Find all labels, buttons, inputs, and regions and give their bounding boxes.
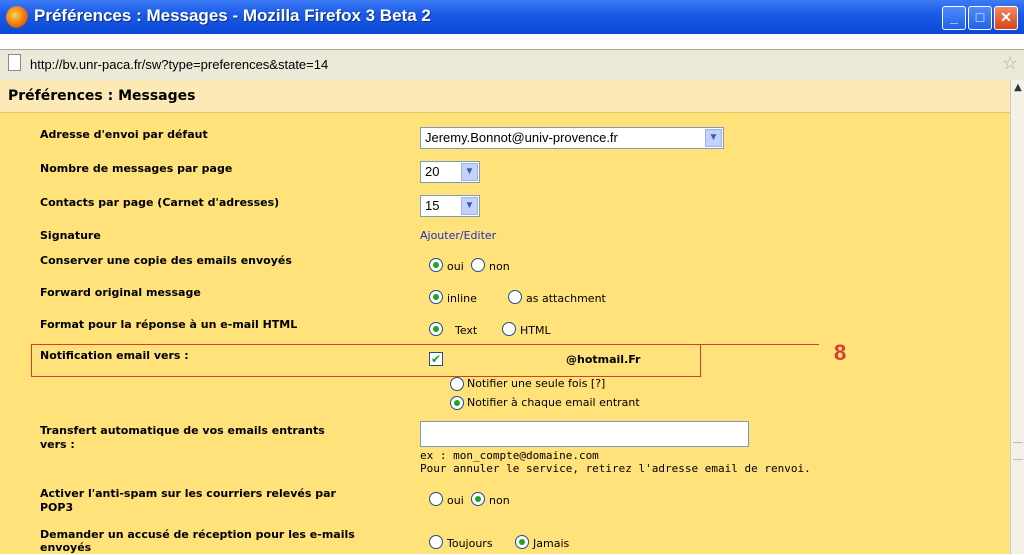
copy-no-radio[interactable] bbox=[471, 258, 485, 272]
window-title: Préférences : Messages - Mozilla Firefox… bbox=[34, 6, 431, 25]
maximize-button[interactable]: □ bbox=[968, 6, 992, 30]
chevron-down-icon: ▼ bbox=[461, 197, 478, 215]
scroll-thumb[interactable] bbox=[1013, 442, 1023, 460]
copy-yes-radio[interactable] bbox=[429, 258, 443, 272]
antispam-no-label: non bbox=[489, 494, 510, 507]
receipt-label-line1: Demander un accusé de réception pour les… bbox=[40, 528, 355, 541]
forward-attachment-radio[interactable] bbox=[508, 290, 522, 304]
format-label: Format pour la réponse à un e-mail HTML bbox=[40, 318, 298, 331]
sender-label: Adresse d'envoi par défaut bbox=[40, 128, 208, 141]
copy-label: Conserver une copie des emails envoyés bbox=[40, 254, 292, 267]
preferences-panel bbox=[0, 80, 1010, 554]
sender-value: Jeremy.Bonnot@univ-provence.fr bbox=[425, 130, 618, 145]
notify-checkbox[interactable]: ✔ bbox=[429, 352, 443, 366]
notify-once-label: Notifier une seule fois [?] bbox=[467, 377, 606, 390]
url-text[interactable]: http://bv.unr-paca.fr/sw?type=preference… bbox=[30, 57, 328, 72]
close-button[interactable]: ✕ bbox=[994, 6, 1018, 30]
format-html-radio[interactable] bbox=[502, 322, 516, 336]
transfer-label-line2: vers : bbox=[40, 438, 75, 451]
chevron-down-icon: ▼ bbox=[461, 163, 478, 181]
address-bar[interactable]: http://bv.unr-paca.fr/sw?type=preference… bbox=[0, 49, 1024, 81]
page-header: Préférences : Messages bbox=[0, 80, 1010, 113]
forward-attachment-label: as attachment bbox=[526, 292, 606, 305]
sender-select[interactable]: Jeremy.Bonnot@univ-provence.fr ▼ bbox=[420, 127, 724, 149]
receipt-always-label: Toujours bbox=[447, 537, 493, 550]
antispam-no-radio[interactable] bbox=[471, 492, 485, 506]
per-page-value: 20 bbox=[425, 164, 440, 179]
antispam-label-line2: POP3 bbox=[40, 501, 74, 514]
forward-label: Forward original message bbox=[40, 286, 201, 299]
receipt-always-radio[interactable] bbox=[429, 535, 443, 549]
notify-each-label: Notifier à chaque email entrant bbox=[467, 396, 640, 409]
forward-inline-radio[interactable] bbox=[429, 290, 443, 304]
contacts-value: 15 bbox=[425, 198, 440, 213]
transfer-label-line1: Transfert automatique de vos emails entr… bbox=[40, 424, 325, 437]
firefox-logo-icon bbox=[6, 6, 28, 28]
signature-label: Signature bbox=[40, 229, 101, 242]
signature-edit-link[interactable]: Ajouter/Editer bbox=[420, 229, 496, 242]
copy-no-label: non bbox=[489, 260, 510, 273]
transfer-input[interactable] bbox=[420, 421, 749, 447]
notify-email: @hotmail.Fr bbox=[566, 353, 641, 366]
forward-inline-label: inline bbox=[447, 292, 477, 305]
window-titlebar: Préférences : Messages - Mozilla Firefox… bbox=[0, 0, 1024, 34]
per-page-label: Nombre de messages par page bbox=[40, 162, 233, 175]
annotation-number: 8 bbox=[834, 340, 847, 365]
receipt-never-label: Jamais bbox=[533, 537, 570, 550]
per-page-select[interactable]: 20 ▼ bbox=[420, 161, 480, 183]
notify-once-radio[interactable] bbox=[450, 377, 464, 391]
vertical-scrollbar[interactable]: ▲ bbox=[1010, 80, 1024, 554]
receipt-never-radio[interactable] bbox=[515, 535, 529, 549]
notify-label: Notification email vers : bbox=[40, 349, 189, 362]
receipt-label-line2: envoyés bbox=[40, 541, 92, 554]
scroll-up-icon[interactable]: ▲ bbox=[1012, 82, 1024, 96]
format-text-label: Text bbox=[455, 324, 478, 337]
format-html-label: HTML bbox=[520, 324, 551, 337]
bookmark-star-icon[interactable]: ☆ bbox=[1002, 53, 1018, 74]
copy-yes-label: oui bbox=[447, 260, 464, 273]
contacts-label: Contacts par page (Carnet d'adresses) bbox=[40, 196, 280, 209]
format-text-radio[interactable] bbox=[429, 322, 443, 336]
antispam-yes-radio[interactable] bbox=[429, 492, 443, 506]
notify-each-radio[interactable] bbox=[450, 396, 464, 410]
contacts-select[interactable]: 15 ▼ bbox=[420, 195, 480, 217]
minimize-button[interactable]: _ bbox=[942, 6, 966, 30]
page-title: Préférences : Messages bbox=[8, 88, 196, 104]
antispam-yes-label: oui bbox=[447, 494, 464, 507]
transfer-hint-example: ex : mon_compte@domaine.com bbox=[420, 449, 599, 462]
antispam-label-line1: Activer l'anti-spam sur les courriers re… bbox=[40, 487, 336, 500]
highlight-line bbox=[699, 344, 819, 345]
transfer-hint-cancel: Pour annuler le service, retirez l'adres… bbox=[420, 462, 811, 475]
chevron-down-icon: ▼ bbox=[705, 129, 722, 147]
page-icon bbox=[8, 54, 21, 71]
